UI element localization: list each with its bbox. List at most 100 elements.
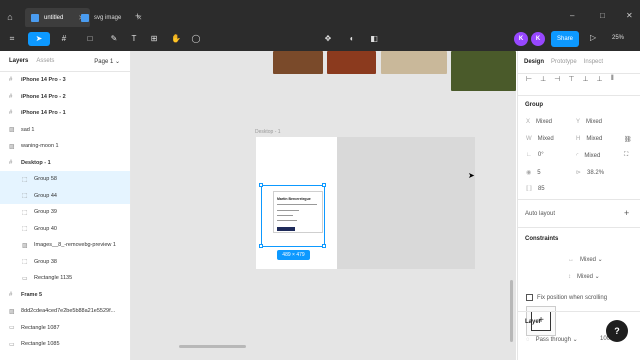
resize-handle[interactable] <box>259 183 263 187</box>
tab-prototype[interactable]: Prototype <box>551 59 577 65</box>
layer-row[interactable]: # Desktop - 1 <box>0 155 130 172</box>
add-auto-layout-icon[interactable]: + <box>624 208 629 218</box>
home-icon[interactable]: ⌂ <box>4 11 16 23</box>
rectangle-icon: ▭ <box>9 325 15 332</box>
layer-label: 8dd2cdea4ced7e2be5b88a21e5529f... <box>21 308 116 315</box>
food-image[interactable] <box>327 51 376 74</box>
constrain-proportions-icon[interactable]: ⛓ <box>624 136 632 143</box>
radius-field[interactable]: ◜ Mixed <box>576 152 600 159</box>
shape-tool-icon[interactable]: □ <box>82 32 98 46</box>
resize-handle[interactable] <box>322 183 326 187</box>
align-center-v-icon[interactable]: ⊥ <box>582 75 588 83</box>
canvas[interactable]: Desktop - 1 Martin Bercerelegue 489 × 47… <box>131 51 516 360</box>
align-center-h-icon[interactable]: ⊥ <box>540 75 546 83</box>
layer-row[interactable]: ⬚ Group 39 <box>0 204 130 221</box>
minimize-button[interactable]: – <box>570 11 574 20</box>
vertical-scrollbar[interactable] <box>510 280 513 342</box>
tab-design[interactable]: Design <box>524 59 544 65</box>
layer-label: Rectangle 1087 <box>21 324 60 331</box>
layer-row[interactable]: ▭ Rectangle 1085 <box>0 336 130 353</box>
tab-layers[interactable]: Layers <box>9 58 28 64</box>
page-dropdown[interactable]: Page 1 ⌄ <box>94 58 120 65</box>
layer-row[interactable]: ▭ Rectangle 1087 <box>0 320 130 337</box>
layer-row[interactable]: # iPhone 14 Pro - 2 <box>0 89 130 106</box>
boolean-icon[interactable]: ◧ <box>366 32 382 46</box>
pen-tool-icon[interactable]: ✎ <box>106 32 122 46</box>
text-tool-icon[interactable]: T <box>126 32 142 46</box>
group-icon: ⬚ <box>22 209 28 216</box>
align-bottom-icon[interactable]: ⊥ <box>597 75 603 83</box>
h-field[interactable]: H Mixed <box>576 136 602 142</box>
right-panel-tabs: Design Prototype Inspect <box>518 51 640 73</box>
close-window-button[interactable]: ✕ <box>626 11 633 20</box>
count-value: 5 <box>537 170 541 176</box>
resources-icon[interactable]: ⊞ <box>146 32 162 46</box>
horizontal-scrollbar[interactable] <box>179 345 246 348</box>
distribute-icon[interactable]: ⦀ <box>611 75 614 83</box>
layer-row[interactable]: # Frame 5 <box>0 287 130 304</box>
constraint-vertical-dropdown[interactable]: ↕ Mixed ⌄ <box>568 273 600 280</box>
component-icon[interactable]: ✥ <box>320 32 336 46</box>
figma-file-icon <box>81 14 89 22</box>
food-image[interactable] <box>273 51 323 74</box>
comment-tool-icon[interactable]: ◯ <box>188 32 204 46</box>
food-image[interactable] <box>451 51 516 91</box>
tab-inspect[interactable]: Inspect <box>584 59 603 65</box>
layer-label: waning-moon 1 <box>21 143 59 150</box>
layer-row[interactable]: # iPhone 14 Pro - 3 <box>0 72 130 89</box>
layer-row[interactable]: ⬚ Group 44 <box>0 187 130 204</box>
layer-label: Group 40 <box>34 225 57 232</box>
zoom-dropdown[interactable]: 25% <box>612 35 624 41</box>
share-button[interactable]: Share <box>551 31 579 47</box>
fix-position-checkbox[interactable] <box>526 294 533 301</box>
w-field[interactable]: W Mixed <box>526 136 554 142</box>
align-right-icon[interactable]: ⊣ <box>554 75 560 83</box>
layer-row[interactable]: ▨ 8dd2cdea4ced7e2be5b88a21e5529f... <box>0 303 130 320</box>
x-field[interactable]: X Mixed <box>526 119 552 125</box>
tab-assets[interactable]: Assets <box>36 58 54 64</box>
constraints-heading: Constraints <box>525 236 559 242</box>
frame-tool-icon[interactable]: # <box>56 32 72 46</box>
spacing-field[interactable]: ⟦⟧ 85 <box>526 185 545 192</box>
layer-label: Group 44 <box>34 192 57 199</box>
food-image[interactable] <box>381 51 447 74</box>
move-tool-icon[interactable]: ➤ <box>28 32 50 46</box>
ratio-icon: ⊳ <box>576 170 582 176</box>
rectangle-placeholder[interactable] <box>337 137 475 269</box>
layer-row[interactable]: ⬚ Group 38 <box>0 254 130 271</box>
frame-icon: # <box>9 77 13 84</box>
help-button[interactable]: ? <box>606 320 628 342</box>
layer-row[interactable]: ▨ waning-moon 1 <box>0 138 130 155</box>
layer-row[interactable]: ⬚ Group 58 <box>0 171 130 188</box>
hand-tool-icon[interactable]: ✋ <box>168 32 184 46</box>
layer-row[interactable]: # iPhone 14 Pro - 1 <box>0 105 130 122</box>
layer-row[interactable]: ▨ sad 1 <box>0 122 130 139</box>
constraint-horizontal-dropdown[interactable]: ↔ Mixed ⌄ <box>568 256 603 263</box>
play-icon[interactable]: ▷ <box>590 33 596 42</box>
mask-icon[interactable]: ◐ <box>344 32 360 46</box>
independent-corners-icon[interactable]: ⛶ <box>624 152 628 159</box>
y-field[interactable]: Y Mixed <box>576 119 602 125</box>
new-tab-button[interactable]: + <box>135 11 140 21</box>
selection-box[interactable] <box>261 185 325 247</box>
blend-mode-dropdown[interactable]: ◌ Pass through ⌄ <box>526 336 578 343</box>
layer-row[interactable]: ⬚ Group 40 <box>0 221 130 238</box>
rotation-field[interactable]: ∟ 0° <box>526 152 544 158</box>
divider <box>518 227 640 228</box>
align-top-icon[interactable]: ⊤ <box>568 75 574 83</box>
count-field[interactable]: ◉ 5 <box>526 169 541 176</box>
main-menu-icon[interactable]: ⌗ <box>4 32 20 46</box>
align-left-icon[interactable]: ⊢ <box>526 75 532 83</box>
ratio-field[interactable]: ⊳ 38.2% <box>576 169 604 176</box>
layer-row[interactable]: ▭ Rectangle 1135 <box>0 270 130 287</box>
resize-handle[interactable] <box>322 244 326 248</box>
maximize-button[interactable]: □ <box>600 11 605 20</box>
resize-handle[interactable] <box>259 244 263 248</box>
tab-label: untitled <box>44 15 64 21</box>
constraint-vertical-value: Mixed <box>577 274 594 280</box>
layer-label: Rectangle 1085 <box>21 341 60 348</box>
avatar[interactable]: K <box>531 32 545 46</box>
layer-row[interactable]: ▨ Images__8_-removebg-preview 1 <box>0 237 130 254</box>
avatar[interactable]: K <box>514 32 528 46</box>
frame-label[interactable]: Desktop - 1 <box>255 129 281 135</box>
